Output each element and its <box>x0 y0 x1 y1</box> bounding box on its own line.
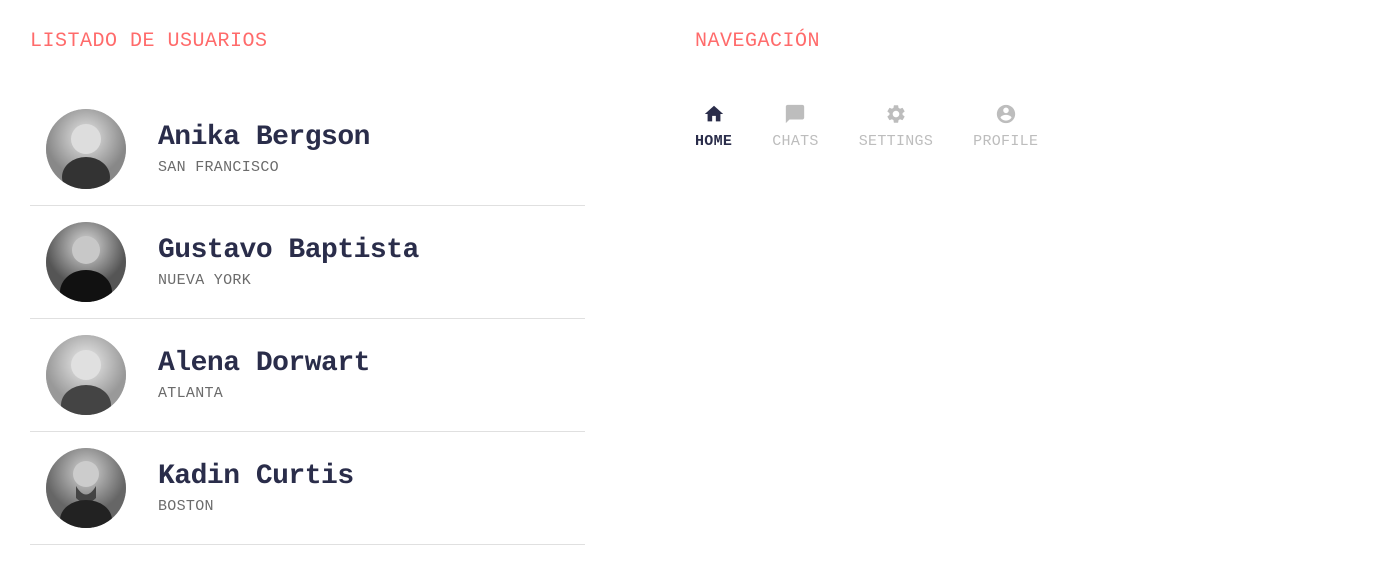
user-location: SAN FRANCISCO <box>158 159 370 176</box>
user-list: Anika Bergson SAN FRANCISCO Gustavo Bapt… <box>30 93 585 545</box>
user-name: Anika Bergson <box>158 122 370 153</box>
user-item[interactable]: Anika Bergson SAN FRANCISCO <box>30 93 585 206</box>
nav-label: HOME <box>695 133 732 150</box>
user-avatar <box>46 335 126 415</box>
user-avatar <box>46 109 126 189</box>
profile-icon <box>995 103 1017 125</box>
nav-item-chats[interactable]: CHATS <box>772 103 819 150</box>
user-avatar <box>46 448 126 528</box>
navigation-title: NAVEGACIÓN <box>695 30 1370 53</box>
user-item[interactable]: Kadin Curtis BOSTON <box>30 432 585 545</box>
user-list-title: LISTADO DE USUARIOS <box>30 30 585 53</box>
user-info: Alena Dorwart ATLANTA <box>158 348 370 402</box>
home-icon <box>703 103 725 125</box>
user-avatar <box>46 222 126 302</box>
user-name: Kadin Curtis <box>158 461 354 492</box>
nav-item-home[interactable]: HOME <box>695 103 732 150</box>
chat-icon <box>784 103 806 125</box>
user-name: Alena Dorwart <box>158 348 370 379</box>
navigation-row: HOME CHATS SETTINGS PROFILE <box>695 103 1370 150</box>
user-list-panel: LISTADO DE USUARIOS Anika Bergson SAN FR… <box>30 30 585 545</box>
navigation-panel: NAVEGACIÓN HOME CHATS SETTINGS <box>695 30 1370 545</box>
user-location: ATLANTA <box>158 385 370 402</box>
user-info: Gustavo Baptista NUEVA YORK <box>158 235 419 289</box>
user-info: Kadin Curtis BOSTON <box>158 461 354 515</box>
user-item[interactable]: Gustavo Baptista NUEVA YORK <box>30 206 585 319</box>
nav-item-settings[interactable]: SETTINGS <box>859 103 933 150</box>
user-item[interactable]: Alena Dorwart ATLANTA <box>30 319 585 432</box>
nav-item-profile[interactable]: PROFILE <box>973 103 1038 150</box>
nav-label: PROFILE <box>973 133 1038 150</box>
user-name: Gustavo Baptista <box>158 235 419 266</box>
settings-icon <box>885 103 907 125</box>
user-info: Anika Bergson SAN FRANCISCO <box>158 122 370 176</box>
user-location: BOSTON <box>158 498 354 515</box>
nav-label: SETTINGS <box>859 133 933 150</box>
user-location: NUEVA YORK <box>158 272 419 289</box>
nav-label: CHATS <box>772 133 819 150</box>
